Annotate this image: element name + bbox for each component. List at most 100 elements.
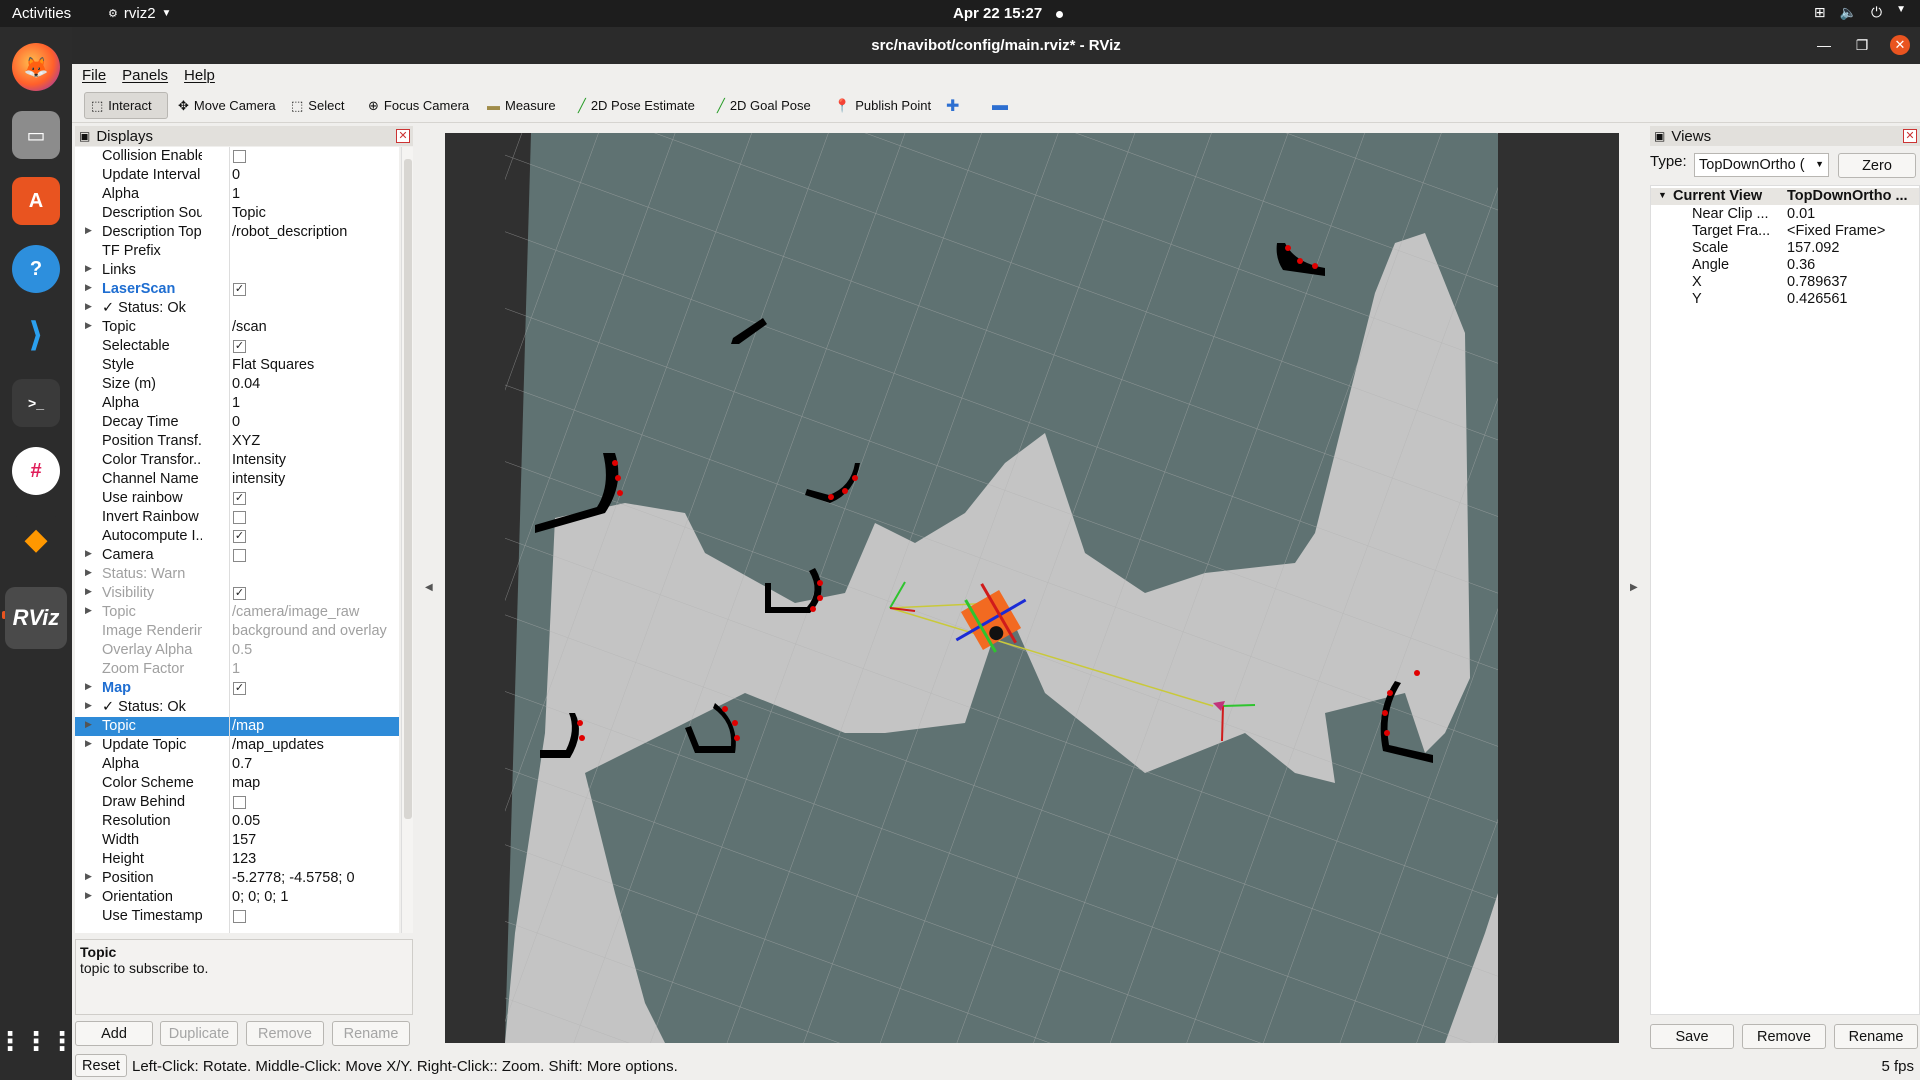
- window-title-bar[interactable]: src/navibot/config/main.rviz* - RViz — ❐…: [72, 27, 1920, 64]
- expand-arrow-icon[interactable]: ▶: [85, 225, 92, 236]
- display-property-row[interactable]: ▶ Camera: [75, 546, 399, 565]
- software-icon[interactable]: A: [12, 177, 60, 225]
- expand-arrow-icon[interactable]: ▶: [85, 301, 92, 312]
- display-property-row[interactable]: ▶ Links: [75, 261, 399, 280]
- display-property-row[interactable]: Use Timestamp: [75, 907, 399, 926]
- render-viewport[interactable]: [445, 133, 1619, 1043]
- display-property-row[interactable]: Size (m) 0.04: [75, 375, 399, 394]
- expand-arrow-icon[interactable]: ▶: [85, 871, 92, 882]
- property-value[interactable]: XYZ: [232, 433, 397, 449]
- view-type-select[interactable]: TopDownOrtho ( ▼: [1694, 153, 1829, 177]
- view-property-value[interactable]: 0.01: [1787, 206, 1917, 222]
- property-checkbox[interactable]: ✓: [233, 283, 246, 296]
- display-property-row[interactable]: Width 157: [75, 831, 399, 850]
- display-property-row[interactable]: ▶ Orientation 0; 0; 0; 1: [75, 888, 399, 907]
- display-property-row[interactable]: Color Scheme map: [75, 774, 399, 793]
- property-checkbox[interactable]: ✓: [233, 682, 246, 695]
- display-property-row[interactable]: Use rainbow ✓: [75, 489, 399, 508]
- display-property-row[interactable]: Image Rendering background and overlay: [75, 622, 399, 641]
- clock[interactable]: Apr 22 15:27: [953, 5, 1064, 22]
- expand-arrow-icon[interactable]: ▶: [85, 700, 92, 711]
- collapse-right-icon[interactable]: ▶: [1630, 582, 1638, 593]
- property-value[interactable]: 0: [232, 414, 397, 430]
- move-camera-tool-button[interactable]: ✥ Move Camera: [172, 92, 282, 119]
- property-value[interactable]: 123: [232, 851, 397, 867]
- display-property-row[interactable]: Collision Enabled: [75, 147, 399, 166]
- sublime-icon[interactable]: ◆: [12, 515, 60, 563]
- vscode-icon[interactable]: ⟩: [12, 311, 60, 359]
- display-property-row[interactable]: Style Flat Squares: [75, 356, 399, 375]
- display-property-row[interactable]: Invert Rainbow: [75, 508, 399, 527]
- expand-arrow-icon[interactable]: ▶: [85, 605, 92, 616]
- show-apps-icon[interactable]: ⋮⋮⋮: [0, 1017, 75, 1065]
- property-checkbox[interactable]: [233, 910, 246, 923]
- system-tray[interactable]: ⊞ 🔈 ⏻ ▼: [1814, 4, 1906, 21]
- display-property-row[interactable]: Channel Name intensity: [75, 470, 399, 489]
- display-property-row[interactable]: ▶ Position -5.2778; -4.5758; 0: [75, 869, 399, 888]
- firefox-icon[interactable]: 🦊: [12, 43, 60, 91]
- display-property-row[interactable]: ▶ Topic/map: [75, 717, 399, 736]
- add-display-button[interactable]: Add: [75, 1021, 153, 1046]
- duplicate-display-button[interactable]: Duplicate: [160, 1021, 238, 1046]
- collapse-left-icon[interactable]: ◀: [425, 582, 433, 593]
- menu-help[interactable]: Help: [184, 67, 215, 86]
- property-value[interactable]: 157: [232, 832, 397, 848]
- property-checkbox[interactable]: ✓: [233, 587, 246, 600]
- property-value[interactable]: /map_updates: [232, 737, 397, 753]
- property-value[interactable]: intensity: [232, 471, 397, 487]
- property-value[interactable]: 0.04: [232, 376, 397, 392]
- property-value[interactable]: 0.7: [232, 756, 397, 772]
- close-icon[interactable]: ✕: [1903, 129, 1917, 143]
- view-property-row[interactable]: Angle 0.36: [1651, 257, 1919, 274]
- property-checkbox[interactable]: ✓: [233, 492, 246, 505]
- views-tree[interactable]: ▼ Current View TopDownOrtho ... Near Cli…: [1650, 185, 1920, 1015]
- property-value[interactable]: background and overlay: [232, 623, 397, 639]
- remove-view-button[interactable]: Remove: [1742, 1024, 1826, 1049]
- view-property-row[interactable]: X 0.789637: [1651, 274, 1919, 291]
- display-property-row[interactable]: ▶ Description Topic/robot_description: [75, 223, 399, 242]
- slack-icon[interactable]: #: [12, 447, 60, 495]
- property-value[interactable]: /robot_description: [232, 224, 397, 240]
- property-value[interactable]: 0: [232, 167, 397, 183]
- display-property-row[interactable]: Zoom Factor 1: [75, 660, 399, 679]
- menu-file[interactable]: File: [82, 67, 106, 86]
- property-value[interactable]: /scan: [232, 319, 397, 335]
- select-tool-button[interactable]: ⬚ Select: [285, 92, 350, 119]
- display-property-row[interactable]: ▶ Visibility ✓: [75, 584, 399, 603]
- property-value[interactable]: 1: [232, 395, 397, 411]
- property-checkbox[interactable]: ✓: [233, 340, 246, 353]
- view-property-value[interactable]: 0.789637: [1787, 274, 1917, 290]
- add-tool-button[interactable]: ✚: [940, 92, 965, 119]
- pose-estimate-tool-button[interactable]: ╱ 2D Pose Estimate: [572, 92, 701, 119]
- display-property-row[interactable]: Decay Time 0: [75, 413, 399, 432]
- property-checkbox[interactable]: [233, 796, 246, 809]
- display-property-row[interactable]: ▶ Map ✓: [75, 679, 399, 698]
- property-value[interactable]: /map: [232, 718, 397, 734]
- reset-button[interactable]: Reset: [75, 1054, 127, 1077]
- displays-tree[interactable]: Collision Enabled Update Interval 0 Alpha 1 D…: [75, 147, 399, 933]
- display-property-row[interactable]: ▶ ✓ Status: Ok: [75, 299, 399, 318]
- display-property-row[interactable]: Selectable ✓: [75, 337, 399, 356]
- property-value[interactable]: /camera/image_raw: [232, 604, 397, 620]
- view-property-row[interactable]: Y 0.426561: [1651, 291, 1919, 308]
- display-property-row[interactable]: Resolution 0.05: [75, 812, 399, 831]
- view-property-value[interactable]: 0.36: [1787, 257, 1917, 273]
- save-view-button[interactable]: Save: [1650, 1024, 1734, 1049]
- close-icon[interactable]: ✕: [396, 129, 410, 143]
- expand-arrow-icon[interactable]: ▶: [85, 263, 92, 274]
- display-property-row[interactable]: Update Interval 0: [75, 166, 399, 185]
- property-value[interactable]: 0; 0; 0; 1: [232, 889, 397, 905]
- view-property-row[interactable]: Target Fra... <Fixed Frame>: [1651, 223, 1919, 240]
- property-checkbox[interactable]: [233, 150, 246, 163]
- display-property-row[interactable]: ▶ Status: Warn: [75, 565, 399, 584]
- property-value[interactable]: Flat Squares: [232, 357, 397, 373]
- expand-arrow-icon[interactable]: ▶: [85, 586, 92, 597]
- property-value[interactable]: 1: [232, 661, 397, 677]
- expand-arrow-icon[interactable]: ▶: [85, 738, 92, 749]
- display-property-row[interactable]: ▶ Update Topic/map_updates: [75, 736, 399, 755]
- display-property-row[interactable]: Alpha 1: [75, 185, 399, 204]
- help-icon[interactable]: ?: [12, 245, 60, 293]
- display-property-row[interactable]: ▶ LaserScan ✓: [75, 280, 399, 299]
- remove-tool-button[interactable]: ▬: [986, 92, 1014, 119]
- display-property-row[interactable]: Alpha 1: [75, 394, 399, 413]
